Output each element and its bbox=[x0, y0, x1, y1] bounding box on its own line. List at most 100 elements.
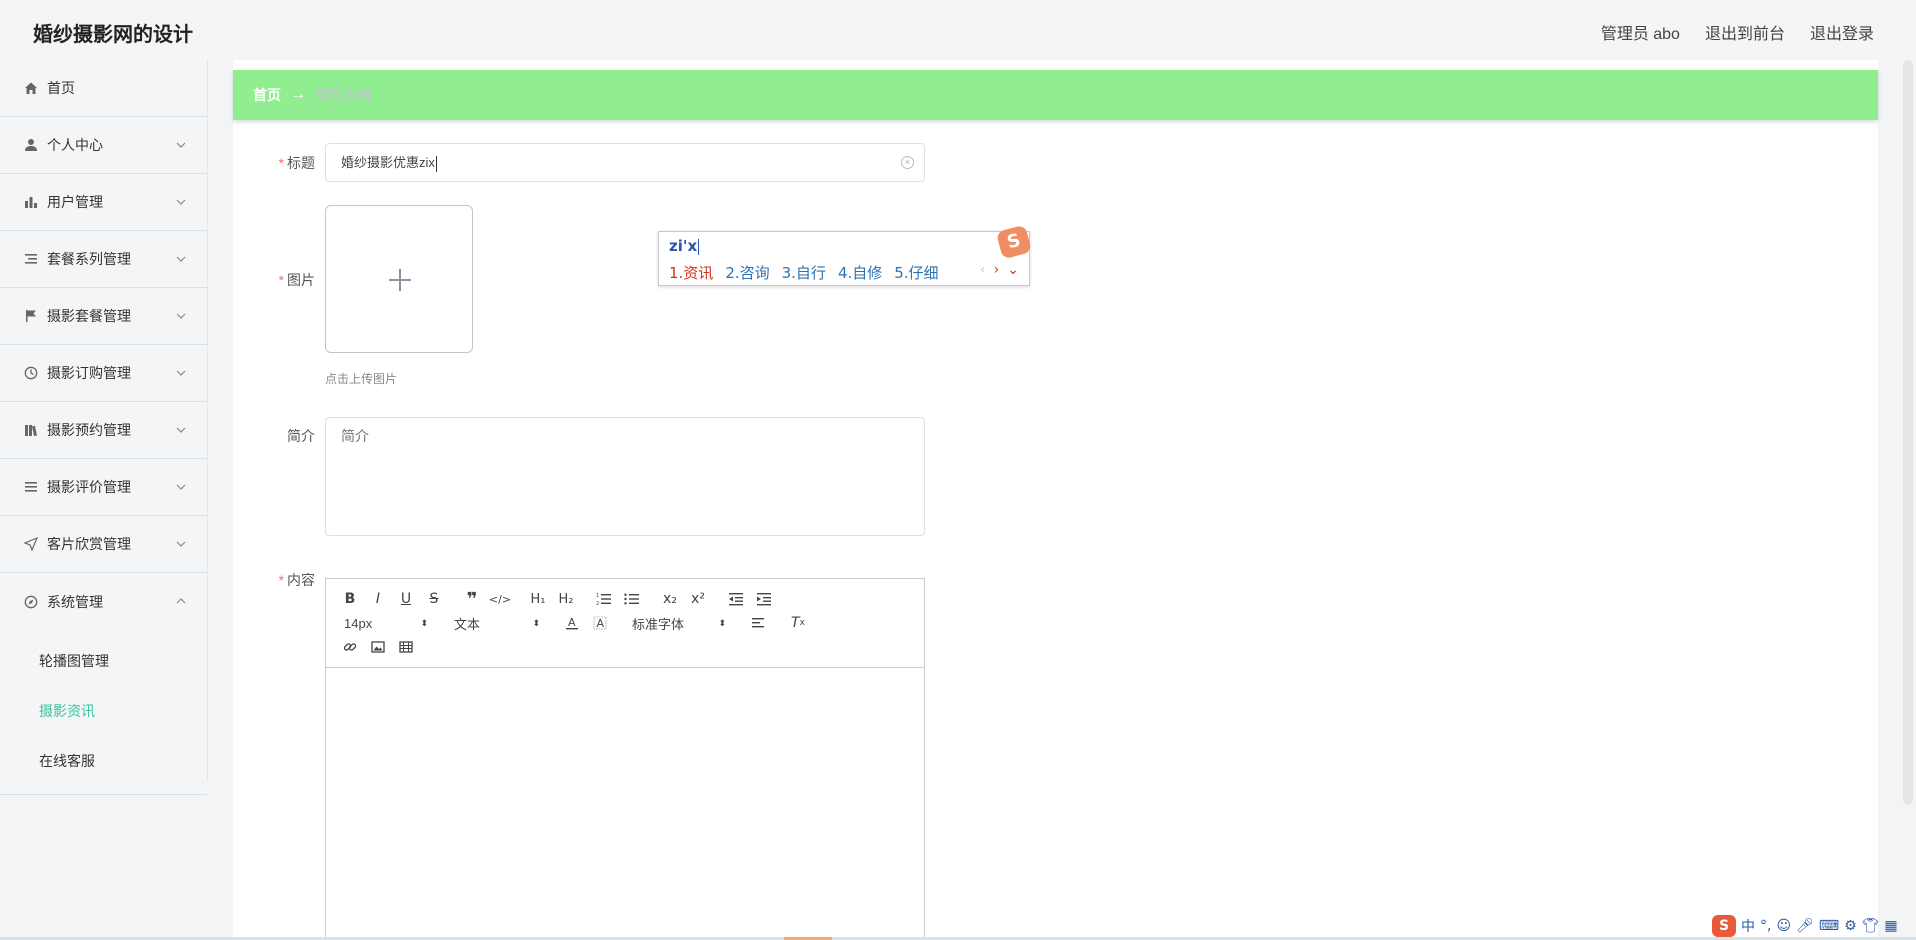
tools-icon[interactable]: ⚙ bbox=[1844, 918, 1857, 934]
link-icon[interactable] bbox=[336, 635, 364, 659]
align-left-icon[interactable] bbox=[744, 611, 772, 635]
sidebar-item-photo-booking[interactable]: 摄影预约管理 bbox=[0, 402, 207, 459]
underline-icon[interactable]: U bbox=[392, 587, 420, 611]
bullet-list-icon[interactable] bbox=[618, 587, 646, 611]
top-bar: 婚纱摄影网的设计 管理员 abo 退出到前台 退出登录 bbox=[0, 0, 1916, 60]
font-family-select[interactable]: 标准字体 ⬍ bbox=[624, 611, 732, 635]
sidebar-item-package-series[interactable]: 套餐系列管理 bbox=[0, 231, 207, 288]
page-scrollbar[interactable] bbox=[1903, 60, 1913, 805]
sidebar-item-label: 摄影评价管理 bbox=[47, 479, 131, 495]
sogou-logo-icon[interactable]: S bbox=[1712, 915, 1736, 937]
plus-icon-vertical bbox=[399, 269, 401, 291]
svg-text:2: 2 bbox=[596, 601, 599, 606]
home-icon bbox=[23, 80, 39, 96]
ime-mode-indicator[interactable]: 中 bbox=[1741, 916, 1755, 936]
chevron-down-icon bbox=[175, 196, 187, 208]
ime-candidate[interactable]: 2.咨询 bbox=[725, 262, 769, 283]
sidebar-subitem-carousel[interactable]: 轮播图管理 bbox=[0, 636, 207, 686]
clear-format-icon[interactable]: Tx bbox=[784, 611, 812, 635]
ime-candidate[interactable]: 4.自修 bbox=[838, 262, 882, 283]
blockquote-icon[interactable]: ❞ bbox=[458, 587, 486, 611]
user-icon bbox=[23, 137, 39, 153]
app-title: 婚纱摄影网的设计 bbox=[33, 24, 193, 46]
microphone-icon[interactable]: 🎤︎ bbox=[1796, 918, 1814, 934]
ordered-list-icon[interactable]: 12 bbox=[590, 587, 618, 611]
chevron-down-icon bbox=[175, 367, 187, 379]
ime-candidate[interactable]: 3.自行 bbox=[782, 262, 826, 283]
sort-arrows-icon: ⬍ bbox=[420, 617, 428, 628]
editor-content-area[interactable] bbox=[326, 668, 924, 939]
sidebar-item-photo-package[interactable]: 摄影套餐管理 bbox=[0, 288, 207, 345]
heading-1-icon[interactable]: H₁ bbox=[524, 587, 552, 611]
indent-icon[interactable] bbox=[750, 587, 778, 611]
clock-icon bbox=[23, 365, 39, 381]
sidebar-item-label: 个人中心 bbox=[47, 137, 103, 153]
sidebar: 首页 个人中心 用户管理 套餐系列管理 摄影套餐管理 摄影订购管理 摄影预约管理… bbox=[0, 60, 208, 795]
text-color-icon[interactable]: A bbox=[558, 611, 586, 635]
outdent-icon[interactable] bbox=[722, 587, 750, 611]
chevron-down-icon bbox=[175, 310, 187, 322]
flag-icon bbox=[23, 308, 39, 324]
svg-text:1: 1 bbox=[596, 593, 599, 599]
sidebar-item-photo-order[interactable]: 摄影订购管理 bbox=[0, 345, 207, 402]
system-submenu: 轮播图管理 摄影资讯 在线客服 bbox=[0, 630, 207, 795]
sidebar-item-system-management[interactable]: 系统管理 bbox=[0, 573, 207, 630]
breadcrumb-separator: → bbox=[290, 86, 306, 103]
image-icon[interactable] bbox=[364, 635, 392, 659]
ime-nav: ‹ › ⌄ bbox=[980, 262, 1019, 278]
sidebar-item-label: 摄影订购管理 bbox=[47, 365, 131, 381]
ime-candidate[interactable]: 5.仔细 bbox=[894, 262, 938, 283]
punctuation-icon[interactable]: °, bbox=[1760, 918, 1771, 934]
chevron-down-icon bbox=[175, 253, 187, 265]
sogou-logo-icon: S bbox=[995, 224, 1033, 260]
compass-icon bbox=[23, 594, 39, 610]
sort-arrows-icon: ⬍ bbox=[532, 617, 540, 628]
logout-link[interactable]: 退出登录 bbox=[1810, 20, 1874, 44]
ime-candidate[interactable]: 1.资讯 bbox=[669, 262, 713, 283]
emoji-icon[interactable]: ☺ bbox=[1776, 918, 1791, 934]
subscript-icon[interactable]: x₂ bbox=[656, 587, 684, 611]
ime-tray: S 中 °, ☺ 🎤︎ ⌨ ⚙ 👕︎ ▦ bbox=[1712, 912, 1898, 940]
breadcrumb-current: 摄影资讯 bbox=[315, 87, 371, 103]
rich-text-editor: B I U S ❞ </> H₁ H₂ 12 x₂ x² 14px ⬍ 文本 ⬍… bbox=[325, 578, 925, 940]
strikethrough-icon[interactable]: S bbox=[420, 587, 448, 611]
code-block-icon[interactable]: </> bbox=[486, 587, 514, 611]
header-select[interactable]: 文本 ⬍ bbox=[446, 611, 546, 635]
library-icon bbox=[23, 422, 39, 438]
grid-icon[interactable]: ▦ bbox=[1884, 918, 1897, 934]
title-label: * 标题 bbox=[278, 155, 315, 171]
clear-icon[interactable]: × bbox=[901, 156, 914, 169]
sidebar-item-personal-center[interactable]: 个人中心 bbox=[0, 117, 207, 174]
sidebar-subitem-online-service[interactable]: 在线客服 bbox=[0, 736, 207, 786]
keyboard-icon[interactable]: ⌨ bbox=[1819, 918, 1839, 934]
sidebar-item-home[interactable]: 首页 bbox=[0, 60, 207, 117]
chevron-down-icon bbox=[175, 139, 187, 151]
font-size-select[interactable]: 14px ⬍ bbox=[336, 611, 434, 635]
chevron-right-icon[interactable]: › bbox=[994, 262, 1000, 278]
exit-to-front-link[interactable]: 退出到前台 bbox=[1705, 20, 1785, 44]
chevron-down-icon bbox=[175, 424, 187, 436]
list-icon bbox=[23, 251, 39, 267]
menu-icon bbox=[23, 479, 39, 495]
sidebar-item-client-gallery[interactable]: 客片欣赏管理 bbox=[0, 516, 207, 573]
video-icon[interactable] bbox=[392, 635, 420, 659]
skin-icon[interactable]: 👕︎ bbox=[1862, 918, 1880, 934]
title-input[interactable]: 婚纱摄影优惠zix × bbox=[325, 143, 925, 182]
intro-textarea[interactable] bbox=[325, 417, 925, 536]
chevron-left-icon[interactable]: ‹ bbox=[980, 262, 986, 278]
chevron-down-icon bbox=[175, 538, 187, 550]
breadcrumb-home-link[interactable]: 首页 bbox=[253, 85, 281, 105]
image-upload-area[interactable] bbox=[325, 205, 473, 353]
intro-label: 简介 bbox=[287, 428, 315, 444]
chevron-down-icon[interactable]: ⌄ bbox=[1007, 262, 1019, 278]
sidebar-item-label: 摄影预约管理 bbox=[47, 422, 131, 438]
sidebar-subitem-photo-news[interactable]: 摄影资讯 bbox=[0, 686, 207, 736]
superscript-icon[interactable]: x² bbox=[684, 587, 712, 611]
italic-icon[interactable]: I bbox=[364, 587, 392, 611]
heading-2-icon[interactable]: H₂ bbox=[552, 587, 580, 611]
sidebar-item-user-management[interactable]: 用户管理 bbox=[0, 174, 207, 231]
bold-icon[interactable]: B bbox=[336, 587, 364, 611]
sidebar-item-photo-review[interactable]: 摄影评价管理 bbox=[0, 459, 207, 516]
svg-text:A: A bbox=[568, 616, 576, 629]
background-color-icon[interactable]: A bbox=[586, 611, 614, 635]
